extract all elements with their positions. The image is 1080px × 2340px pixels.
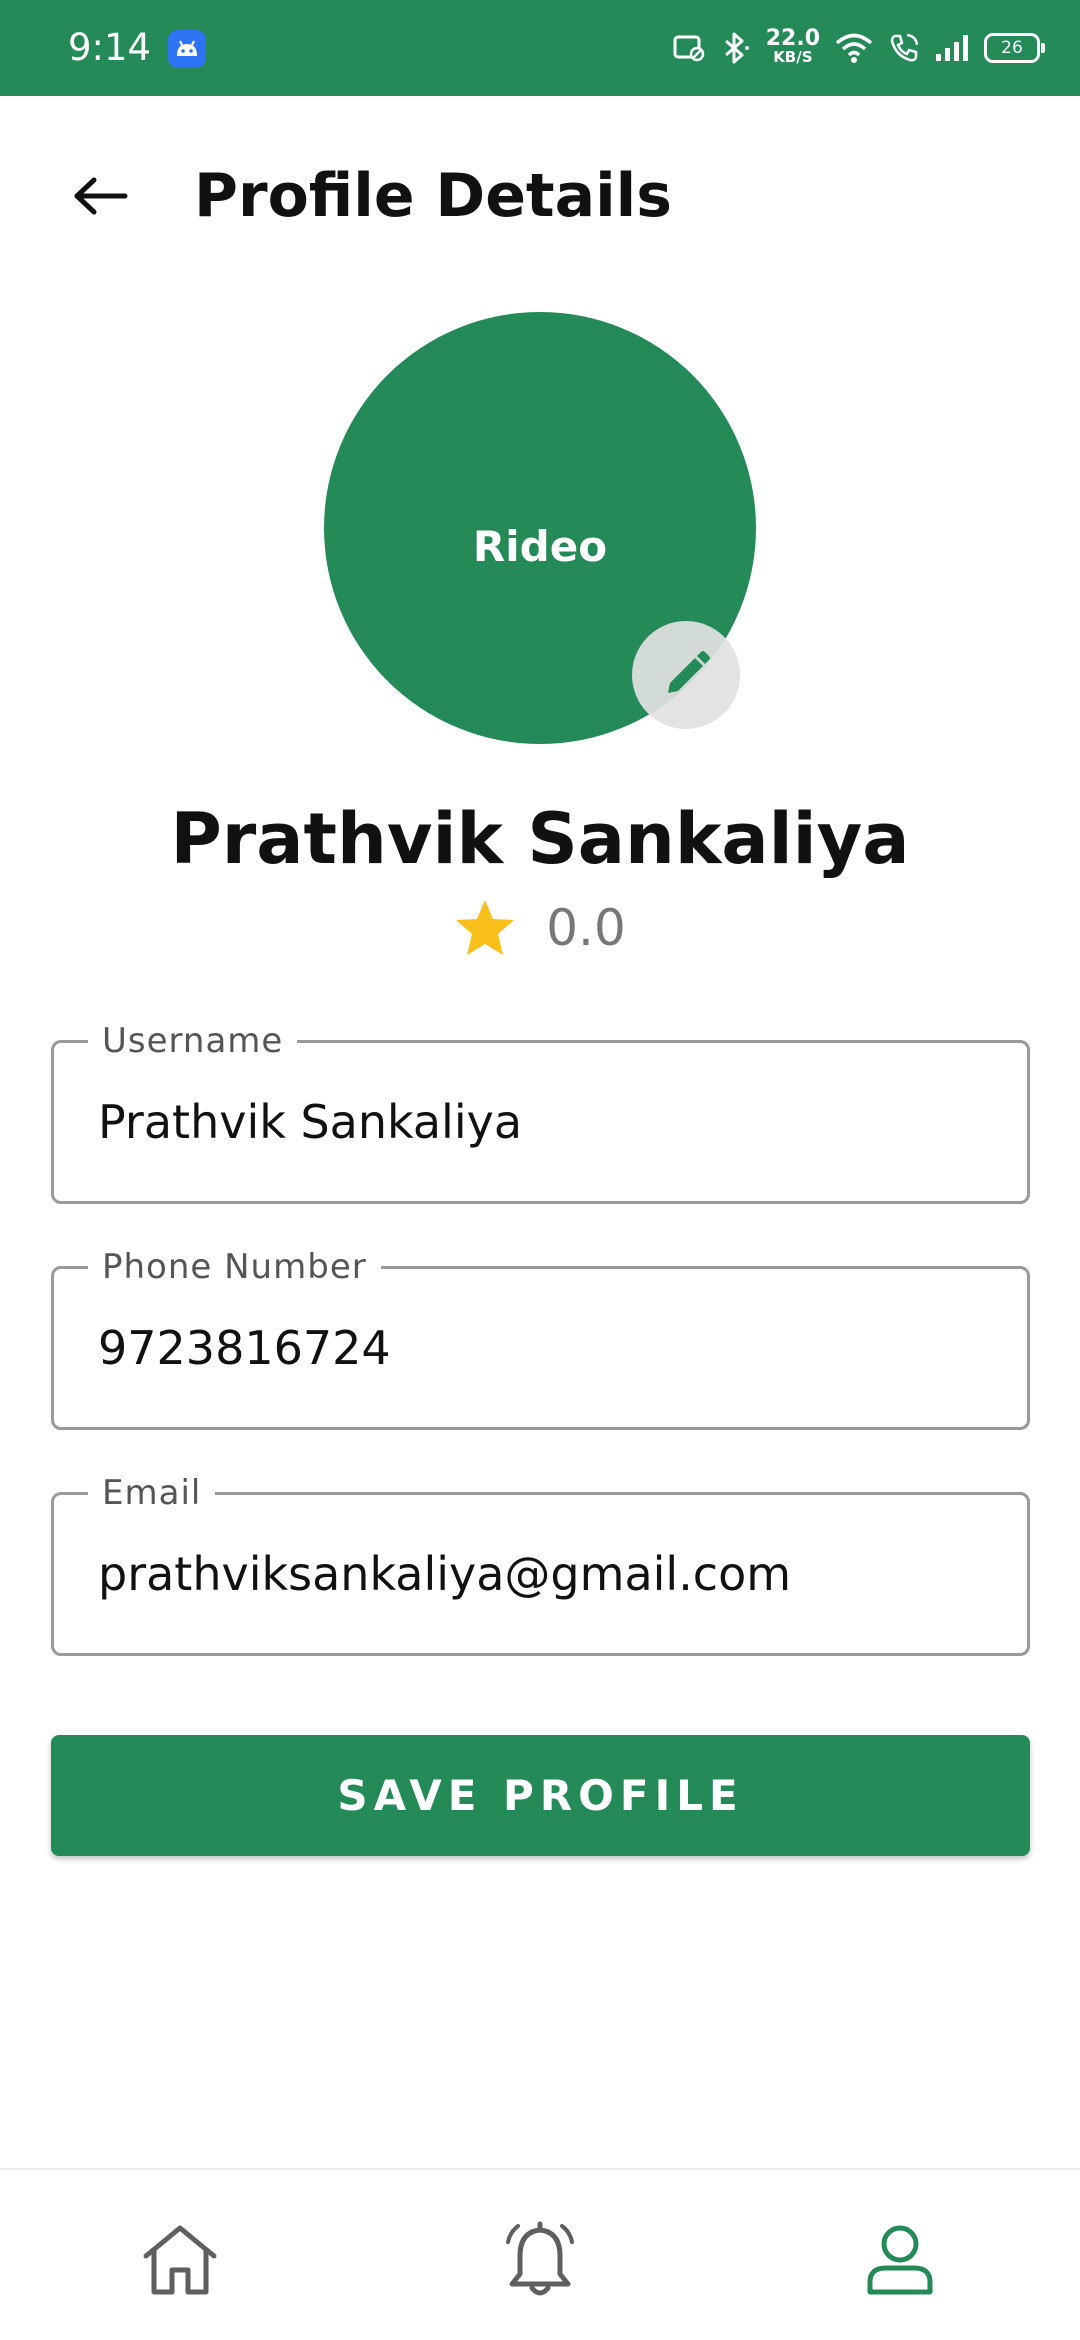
- no-sim-card-icon: [672, 33, 706, 63]
- nav-profile[interactable]: [850, 2210, 950, 2310]
- username-field: Username: [51, 1019, 1030, 1204]
- wifi-calling-icon: [888, 32, 920, 64]
- profile-name: Prathvik Sankaliya: [170, 798, 910, 880]
- wifi-icon: [834, 31, 874, 65]
- phone-number-field: Phone Number: [51, 1245, 1030, 1430]
- bottom-navigation: [0, 2168, 1080, 2340]
- username-label: Username: [88, 1019, 298, 1063]
- status-icons: 22.0 KB/S 26: [672, 22, 1045, 74]
- battery-icon: 26: [984, 33, 1045, 63]
- edit-avatar-button[interactable]: [632, 621, 740, 729]
- status-time: 9:14: [68, 26, 152, 69]
- android-app-icon: [168, 30, 206, 68]
- rating: 0.0: [0, 896, 1080, 960]
- star-icon: [456, 900, 515, 955]
- home-icon: [143, 2225, 217, 2295]
- bell-icon: [506, 2221, 574, 2296]
- network-speed-unit: KB/S: [773, 48, 813, 66]
- bluetooth-icon: [720, 31, 752, 65]
- email-field: Email: [51, 1471, 1030, 1656]
- battery-level: 26: [1001, 38, 1023, 58]
- username-input[interactable]: [98, 1087, 978, 1157]
- phone-number-input[interactable]: [98, 1313, 978, 1383]
- nav-notifications[interactable]: [490, 2210, 590, 2310]
- network-speed-value: 22.0: [765, 26, 820, 51]
- back-button[interactable]: [64, 160, 136, 232]
- phone-number-label: Phone Number: [88, 1245, 381, 1289]
- pencil-icon: [668, 651, 710, 693]
- profile-details-screen: 9:14 22.0 KB/S 26 Profile Details Rideo …: [0, 0, 1080, 2340]
- avatar-label: Rideo: [472, 522, 608, 571]
- status-bar: 9:14 22.0 KB/S 26: [0, 0, 1080, 96]
- nav-home[interactable]: [130, 2210, 230, 2310]
- rating-value: 0.0: [546, 899, 626, 957]
- network-speed: 22.0 KB/S: [765, 26, 820, 67]
- email-input[interactable]: [98, 1539, 978, 1609]
- save-profile-button[interactable]: SAVE PROFILE: [51, 1735, 1030, 1856]
- arrow-left-icon: [74, 177, 128, 215]
- signal-strength-icon: [934, 33, 970, 63]
- page-title: Profile Details: [194, 161, 672, 231]
- user-icon: [867, 2225, 933, 2295]
- email-label: Email: [88, 1471, 216, 1515]
